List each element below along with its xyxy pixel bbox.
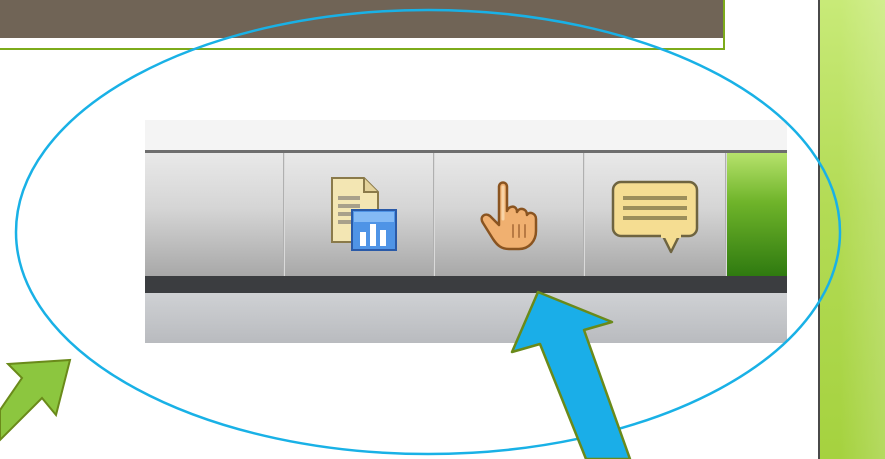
- toolbar-bottom-bar: [145, 293, 787, 343]
- green-toolbar-tab[interactable]: [727, 153, 787, 276]
- pointer-button[interactable]: [435, 153, 583, 276]
- right-accent-strip: [818, 0, 885, 459]
- toolbar-screenshot: [145, 120, 787, 343]
- top-banner-bar: [0, 0, 723, 38]
- comment-bubble-icon: [611, 180, 699, 253]
- app-toolbar: [145, 150, 787, 276]
- hand-pointer-icon: [480, 180, 538, 250]
- toolbar-dark-strip: [145, 276, 787, 293]
- comment-button[interactable]: [585, 153, 725, 276]
- report-button[interactable]: [285, 153, 433, 276]
- green-arrow-icon: [0, 358, 72, 442]
- right-strip-gloss: [840, 0, 885, 459]
- screenshot-top-area: [145, 120, 787, 150]
- report-chart-icon: [331, 176, 397, 251]
- top-banner-panel: [0, 0, 725, 50]
